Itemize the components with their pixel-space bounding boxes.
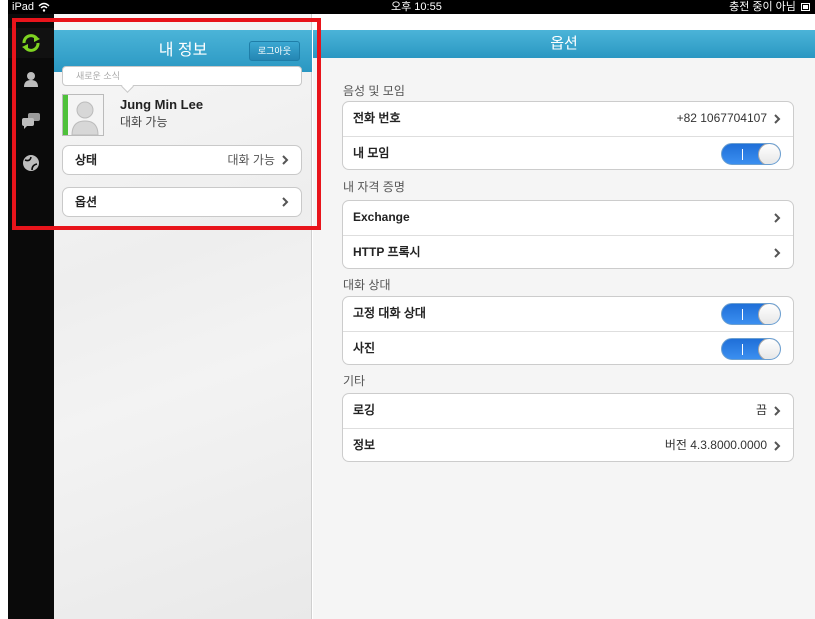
group-contacts: 고정 대화 상대 사진 (342, 296, 794, 365)
group-credentials: Exchange HTTP 프록시 (342, 200, 794, 269)
nav-contacts[interactable] (8, 64, 54, 94)
status-button[interactable]: 상태 대화 가능 (62, 145, 302, 175)
row-http-proxy[interactable]: HTTP 프록시 (343, 235, 793, 268)
row-value: +82 1067704107 (676, 111, 767, 125)
status-time: 오후 10:55 (391, 1, 442, 13)
photos-toggle[interactable] (721, 338, 781, 360)
nav-meetings[interactable] (8, 148, 54, 178)
section-title-credentials: 내 자격 증명 (343, 180, 405, 194)
battery-status: 충전 중이 아님 (729, 0, 811, 14)
sync-button[interactable] (8, 28, 54, 58)
chevron-right-icon (282, 197, 289, 207)
my-info-panel: 내 정보 로그아웃 새로운 소식 Jung Min Lee 대화 가능 상태 대… (54, 14, 312, 619)
default-avatar-icon (71, 101, 99, 135)
status-label: 상태 (75, 153, 98, 167)
row-pinned-contacts: 고정 대화 상대 (343, 297, 793, 330)
profile-name: Jung Min Lee (120, 97, 204, 112)
globe-icon (23, 155, 39, 171)
chevron-right-icon (774, 213, 781, 223)
carrier-label: iPad (12, 1, 35, 13)
section-title-voice: 음성 및 모임 (343, 84, 405, 98)
sync-icon (22, 34, 40, 52)
chevron-right-icon (774, 114, 781, 124)
row-label: 정보 (353, 438, 376, 452)
my-meetings-toggle[interactable] (721, 143, 781, 165)
section-title-contacts: 대화 상대 (343, 278, 391, 292)
chat-icon (22, 113, 40, 129)
row-my-meetings: 내 모임 (343, 136, 793, 169)
row-about[interactable]: 정보 버전 4.3.8000.0000 (343, 428, 793, 461)
row-label: 로깅 (353, 403, 376, 417)
avatar (62, 94, 104, 136)
row-logging[interactable]: 로깅 끔 (343, 394, 793, 427)
options-button[interactable]: 옵션 (62, 187, 302, 217)
row-exchange[interactable]: Exchange (343, 201, 793, 234)
row-photos: 사진 (343, 331, 793, 364)
battery-icon (801, 3, 810, 12)
chevron-right-icon (774, 406, 781, 416)
row-label: 사진 (353, 341, 376, 355)
nav-conversations[interactable] (8, 106, 54, 136)
status-bar: iPad 오후 10:55 충전 중이 아님 (8, 0, 815, 14)
logout-button[interactable]: 로그아웃 (248, 41, 300, 61)
row-label: 전화 번호 (353, 111, 401, 125)
options-title: 옵션 (550, 35, 578, 52)
row-label: 내 모임 (353, 146, 390, 160)
chevron-right-icon (282, 155, 289, 165)
row-label: Exchange (353, 210, 410, 224)
battery-label: 충전 중이 아님 (729, 1, 796, 13)
pinned-contacts-toggle[interactable] (721, 303, 781, 325)
row-value: 끔 (755, 403, 767, 417)
profile-status: 대화 가능 (120, 115, 168, 129)
contact-icon (24, 72, 38, 87)
options-header: 옵션 (313, 30, 815, 58)
nav-rail (8, 14, 54, 619)
row-value: 버전 4.3.8000.0000 (664, 438, 767, 452)
wifi-icon (38, 2, 50, 12)
chevron-right-icon (774, 441, 781, 451)
row-label: 고정 대화 상대 (353, 306, 426, 320)
status-value: 대화 가능 (227, 153, 276, 167)
profile-card[interactable]: Jung Min Lee 대화 가능 (62, 94, 302, 136)
section-title-other: 기타 (343, 374, 366, 388)
group-other: 로깅 끔 정보 버전 4.3.8000.0000 (342, 393, 794, 462)
group-voice: 전화 번호 +82 1067704107 내 모임 (342, 101, 794, 170)
chevron-right-icon (774, 248, 781, 258)
options-label: 옵션 (75, 195, 98, 209)
row-label: HTTP 프록시 (353, 245, 421, 259)
row-phone-number[interactable]: 전화 번호 +82 1067704107 (343, 102, 793, 135)
news-input[interactable]: 새로운 소식 (62, 66, 302, 86)
